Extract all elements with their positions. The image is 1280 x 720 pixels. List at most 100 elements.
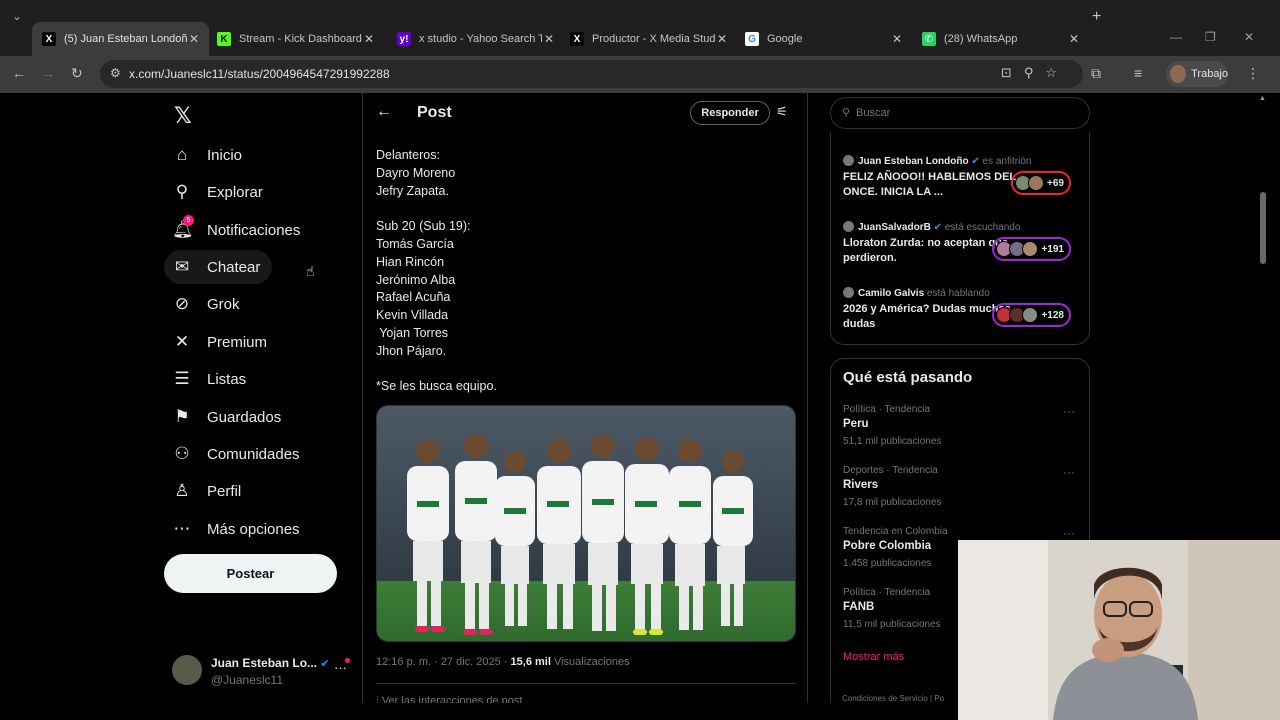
- live-space-item[interactable]: JuanSalvadorB ✔ está escuchando Lloraton …: [843, 221, 1083, 277]
- space-listeners[interactable]: +191: [992, 237, 1071, 261]
- mail-icon: ✉: [174, 257, 190, 276]
- close-tab-icon[interactable]: ✕: [890, 32, 904, 46]
- space-listeners[interactable]: +128: [992, 303, 1071, 327]
- reload-icon[interactable]: ↻: [71, 65, 83, 82]
- reply-button[interactable]: Responder: [690, 101, 770, 125]
- more-icon[interactable]: ···: [1063, 465, 1075, 479]
- profile-button[interactable]: Trabajo: [1166, 61, 1228, 87]
- bookmark-icon: ⚑: [174, 407, 190, 426]
- space-host: Camilo Galvis está hablando: [843, 287, 990, 299]
- post-meta: 12:16 p. m. · 27 dic. 2025 · 15,6 mil Vi…: [376, 656, 630, 668]
- browser-tab[interactable]: ✆ (28) WhatsApp ✕: [912, 22, 1089, 56]
- footer-links[interactable]: Condiciones de Servicio | Po: [842, 694, 944, 703]
- trend-context: Política · Tendencia: [843, 404, 931, 415]
- unread-dot: [345, 658, 350, 663]
- sidebar-item-label: Grok: [207, 295, 240, 313]
- post-button[interactable]: Postear: [164, 554, 337, 593]
- sidebar-item-premium[interactable]: ✕ Premium: [164, 325, 279, 359]
- zoom-icon[interactable]: ⚲: [1024, 65, 1046, 80]
- sidebar-item-grok[interactable]: ⊘ Grok: [164, 287, 252, 321]
- home-icon: ⌂: [176, 145, 188, 164]
- install-app-icon[interactable]: ⊡: [1001, 65, 1024, 80]
- account-name: Juan Esteban Lo... ✔: [211, 656, 330, 670]
- new-tab-icon[interactable]: +: [1092, 8, 1101, 26]
- scroll-thumb[interactable]: [1260, 192, 1266, 264]
- trend-item[interactable]: Política · Tendencia Peru 51,1 mil publica…: [843, 404, 1079, 460]
- post-column: ← Post Responder ⚟ Delanteros: Dayro Mor…: [362, 93, 808, 703]
- omnibox[interactable]: ⚙ x.com/Juaneslc11/status/20049645472919…: [100, 60, 1083, 88]
- live-spaces-card: Juan Esteban Londoño ✔ es anfitrión FELIZ…: [830, 133, 1090, 345]
- sidebar-item-guardados[interactable]: ⚑ Guardados: [164, 400, 293, 434]
- show-more-link[interactable]: Mostrar más: [843, 651, 904, 663]
- space-host: JuanSalvadorB ✔ está escuchando: [843, 221, 1020, 233]
- bottom-edge: [0, 703, 958, 720]
- extensions-icon[interactable]: ⧉: [1091, 65, 1101, 82]
- scroll-up-icon[interactable]: ▲: [1259, 95, 1266, 102]
- grok-icon: ⊘: [174, 294, 190, 313]
- forward-icon[interactable]: →: [41, 65, 55, 81]
- trend-item[interactable]: Deportes · Tendencia Rivers 17,8 mil publi…: [843, 465, 1079, 521]
- sidebar-item-comunidades[interactable]: ⚇ Comunidades: [164, 437, 312, 471]
- list-icon: ☰: [174, 369, 190, 388]
- more-icon[interactable]: ···: [1063, 404, 1075, 418]
- trend-context: Deportes · Tendencia: [843, 465, 938, 476]
- browser-tab[interactable]: X (5) Juan Esteban Londoño ✕: [32, 22, 209, 56]
- close-tab-icon[interactable]: ✕: [187, 32, 201, 46]
- search-icon: ⚲: [842, 107, 851, 119]
- live-space-item[interactable]: Camilo Galvis está hablando 2026 y Améric…: [843, 287, 1083, 343]
- browser-tab-bar: ⌄ X (5) Juan Esteban Londoño ✕ K Stream - Ki…: [0, 0, 1280, 56]
- url-text[interactable]: x.com/Juaneslc11/status/2004964547291992…: [129, 67, 390, 81]
- close-tab-icon[interactable]: ✕: [1067, 32, 1081, 46]
- close-tab-icon[interactable]: ✕: [362, 32, 376, 46]
- space-host: Juan Esteban Londoño ✔ es anfitrión: [843, 155, 1031, 167]
- trend-context: Política · Tendencia: [843, 587, 931, 598]
- trend-name: Pobre Colombia: [843, 540, 932, 552]
- trend-name: FANB: [843, 601, 875, 613]
- tab-title: Google: [767, 33, 803, 45]
- bookmark-star-icon[interactable]: ☆: [1045, 65, 1069, 80]
- browser-tab[interactable]: G Google ✕: [735, 22, 912, 56]
- back-icon[interactable]: ←: [12, 65, 26, 81]
- minimize-icon[interactable]: —: [1170, 30, 1182, 44]
- tab-title: Productor - X Media Studio: [592, 33, 715, 45]
- space-listeners[interactable]: +69: [1011, 171, 1071, 195]
- more-circle-icon: ⋯: [173, 519, 191, 538]
- browser-menu-icon[interactable]: ⋮: [1246, 65, 1260, 82]
- interactions-link[interactable]: ⫶ Ver las interacciones de post: [376, 695, 522, 703]
- site-info-icon[interactable]: ⚙: [110, 66, 121, 80]
- tab-title: x studio - Yahoo Search Ty: [419, 33, 542, 45]
- close-tab-icon[interactable]: ✕: [542, 32, 556, 46]
- browser-tab[interactable]: y! x studio - Yahoo Search Ty ✕: [387, 22, 564, 56]
- sidebar-item-label: Perfil: [207, 482, 242, 500]
- search-input[interactable]: ⚲ Buscar: [830, 97, 1090, 129]
- sidebar-item-inicio[interactable]: ⌂ Inicio: [164, 138, 254, 172]
- avatar: [1170, 65, 1187, 83]
- sidebar-item-label: Inicio: [207, 146, 243, 164]
- account-switcher[interactable]: Juan Esteban Lo... ✔ @Juaneslc11 ···: [172, 651, 352, 689]
- post-image[interactable]: [376, 405, 796, 642]
- sidebar-item-más-opciones[interactable]: ⋯ Más opciones: [164, 512, 312, 546]
- avatar: [843, 287, 854, 298]
- sidebar-item-label: Premium: [207, 333, 268, 351]
- browser-tab[interactable]: K Stream - Kick Dashboard ✕: [207, 22, 384, 56]
- x-logo-icon: ✕: [174, 332, 190, 351]
- sidebar-item-chatear[interactable]: ✉ Chatear: [164, 250, 273, 284]
- close-tab-icon[interactable]: ✕: [715, 32, 729, 46]
- close-window-icon[interactable]: ✕: [1244, 30, 1254, 44]
- x-logo-icon[interactable]: 𝕏: [174, 103, 192, 129]
- sidebar-item-perfil[interactable]: ♙ Perfil: [164, 474, 253, 508]
- back-arrow-icon[interactable]: ←: [376, 103, 392, 121]
- post-text: Delanteros: Dayro Moreno Jefry Zapata. S…: [376, 148, 497, 394]
- more-icon[interactable]: ···: [1063, 526, 1075, 540]
- restore-icon[interactable]: ❐: [1205, 30, 1216, 44]
- sidebar-item-notificaciones[interactable]: 🔔︎ 5 Notificaciones: [164, 213, 312, 247]
- sidebar-item-label: Más opciones: [207, 520, 300, 538]
- media-control-icon[interactable]: ≡: [1134, 65, 1142, 81]
- google-icon: G: [745, 32, 759, 46]
- browser-tab[interactable]: X Productor - X Media Studio ✕: [560, 22, 737, 56]
- mouse-cursor-icon: ☝: [306, 263, 315, 279]
- sidebar-item-explorar[interactable]: ⚲ Explorar: [164, 175, 275, 209]
- live-space-item[interactable]: Juan Esteban Londoño ✔ es anfitrión FELIZ…: [843, 155, 1083, 211]
- sidebar-item-listas[interactable]: ☰ Listas: [164, 362, 258, 396]
- sliders-icon[interactable]: ⚟: [776, 104, 788, 120]
